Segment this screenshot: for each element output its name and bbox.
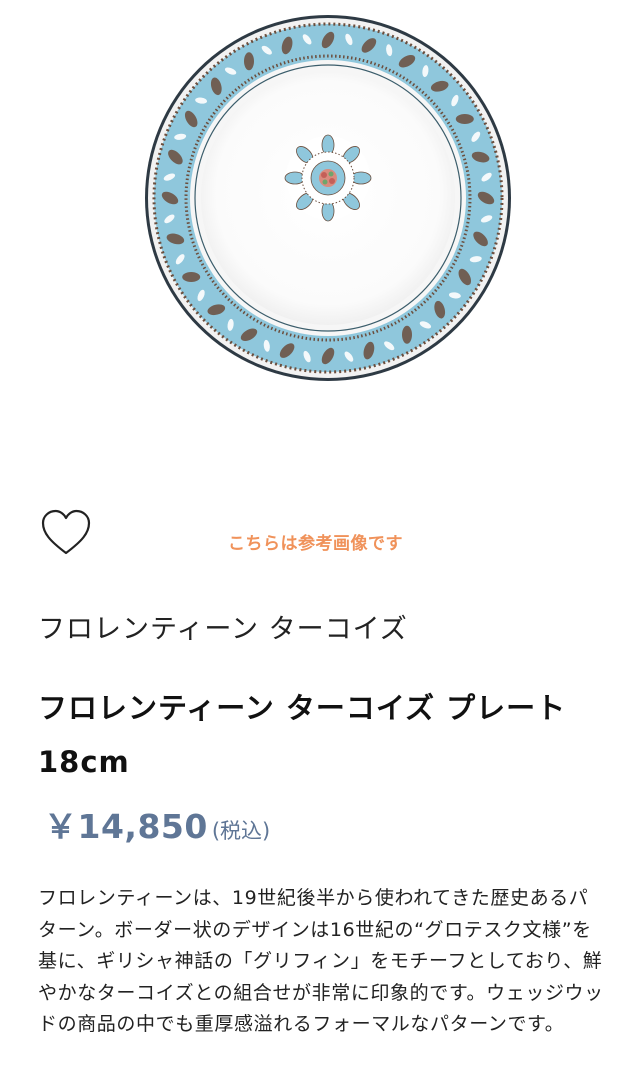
collection-name[interactable]: フロレンティーン ターコイズ [38, 607, 408, 646]
price: ￥14,850 (税込) [44, 800, 270, 848]
product-title: フロレンティーン ターコイズ プレート 18cm [38, 691, 567, 779]
reference-image-note: こちらは参考画像です [228, 534, 403, 554]
price-value: ￥14,850 [44, 807, 208, 846]
heart-outline-icon [41, 509, 91, 555]
favorite-button[interactable] [40, 509, 92, 557]
product-description: フロレンティーンは、19世紀後半から使われてきた歴史あるパターン。ボーダー状のデ… [38, 887, 604, 1035]
plate-image [145, 15, 511, 381]
tax-label: (税込) [211, 819, 271, 843]
